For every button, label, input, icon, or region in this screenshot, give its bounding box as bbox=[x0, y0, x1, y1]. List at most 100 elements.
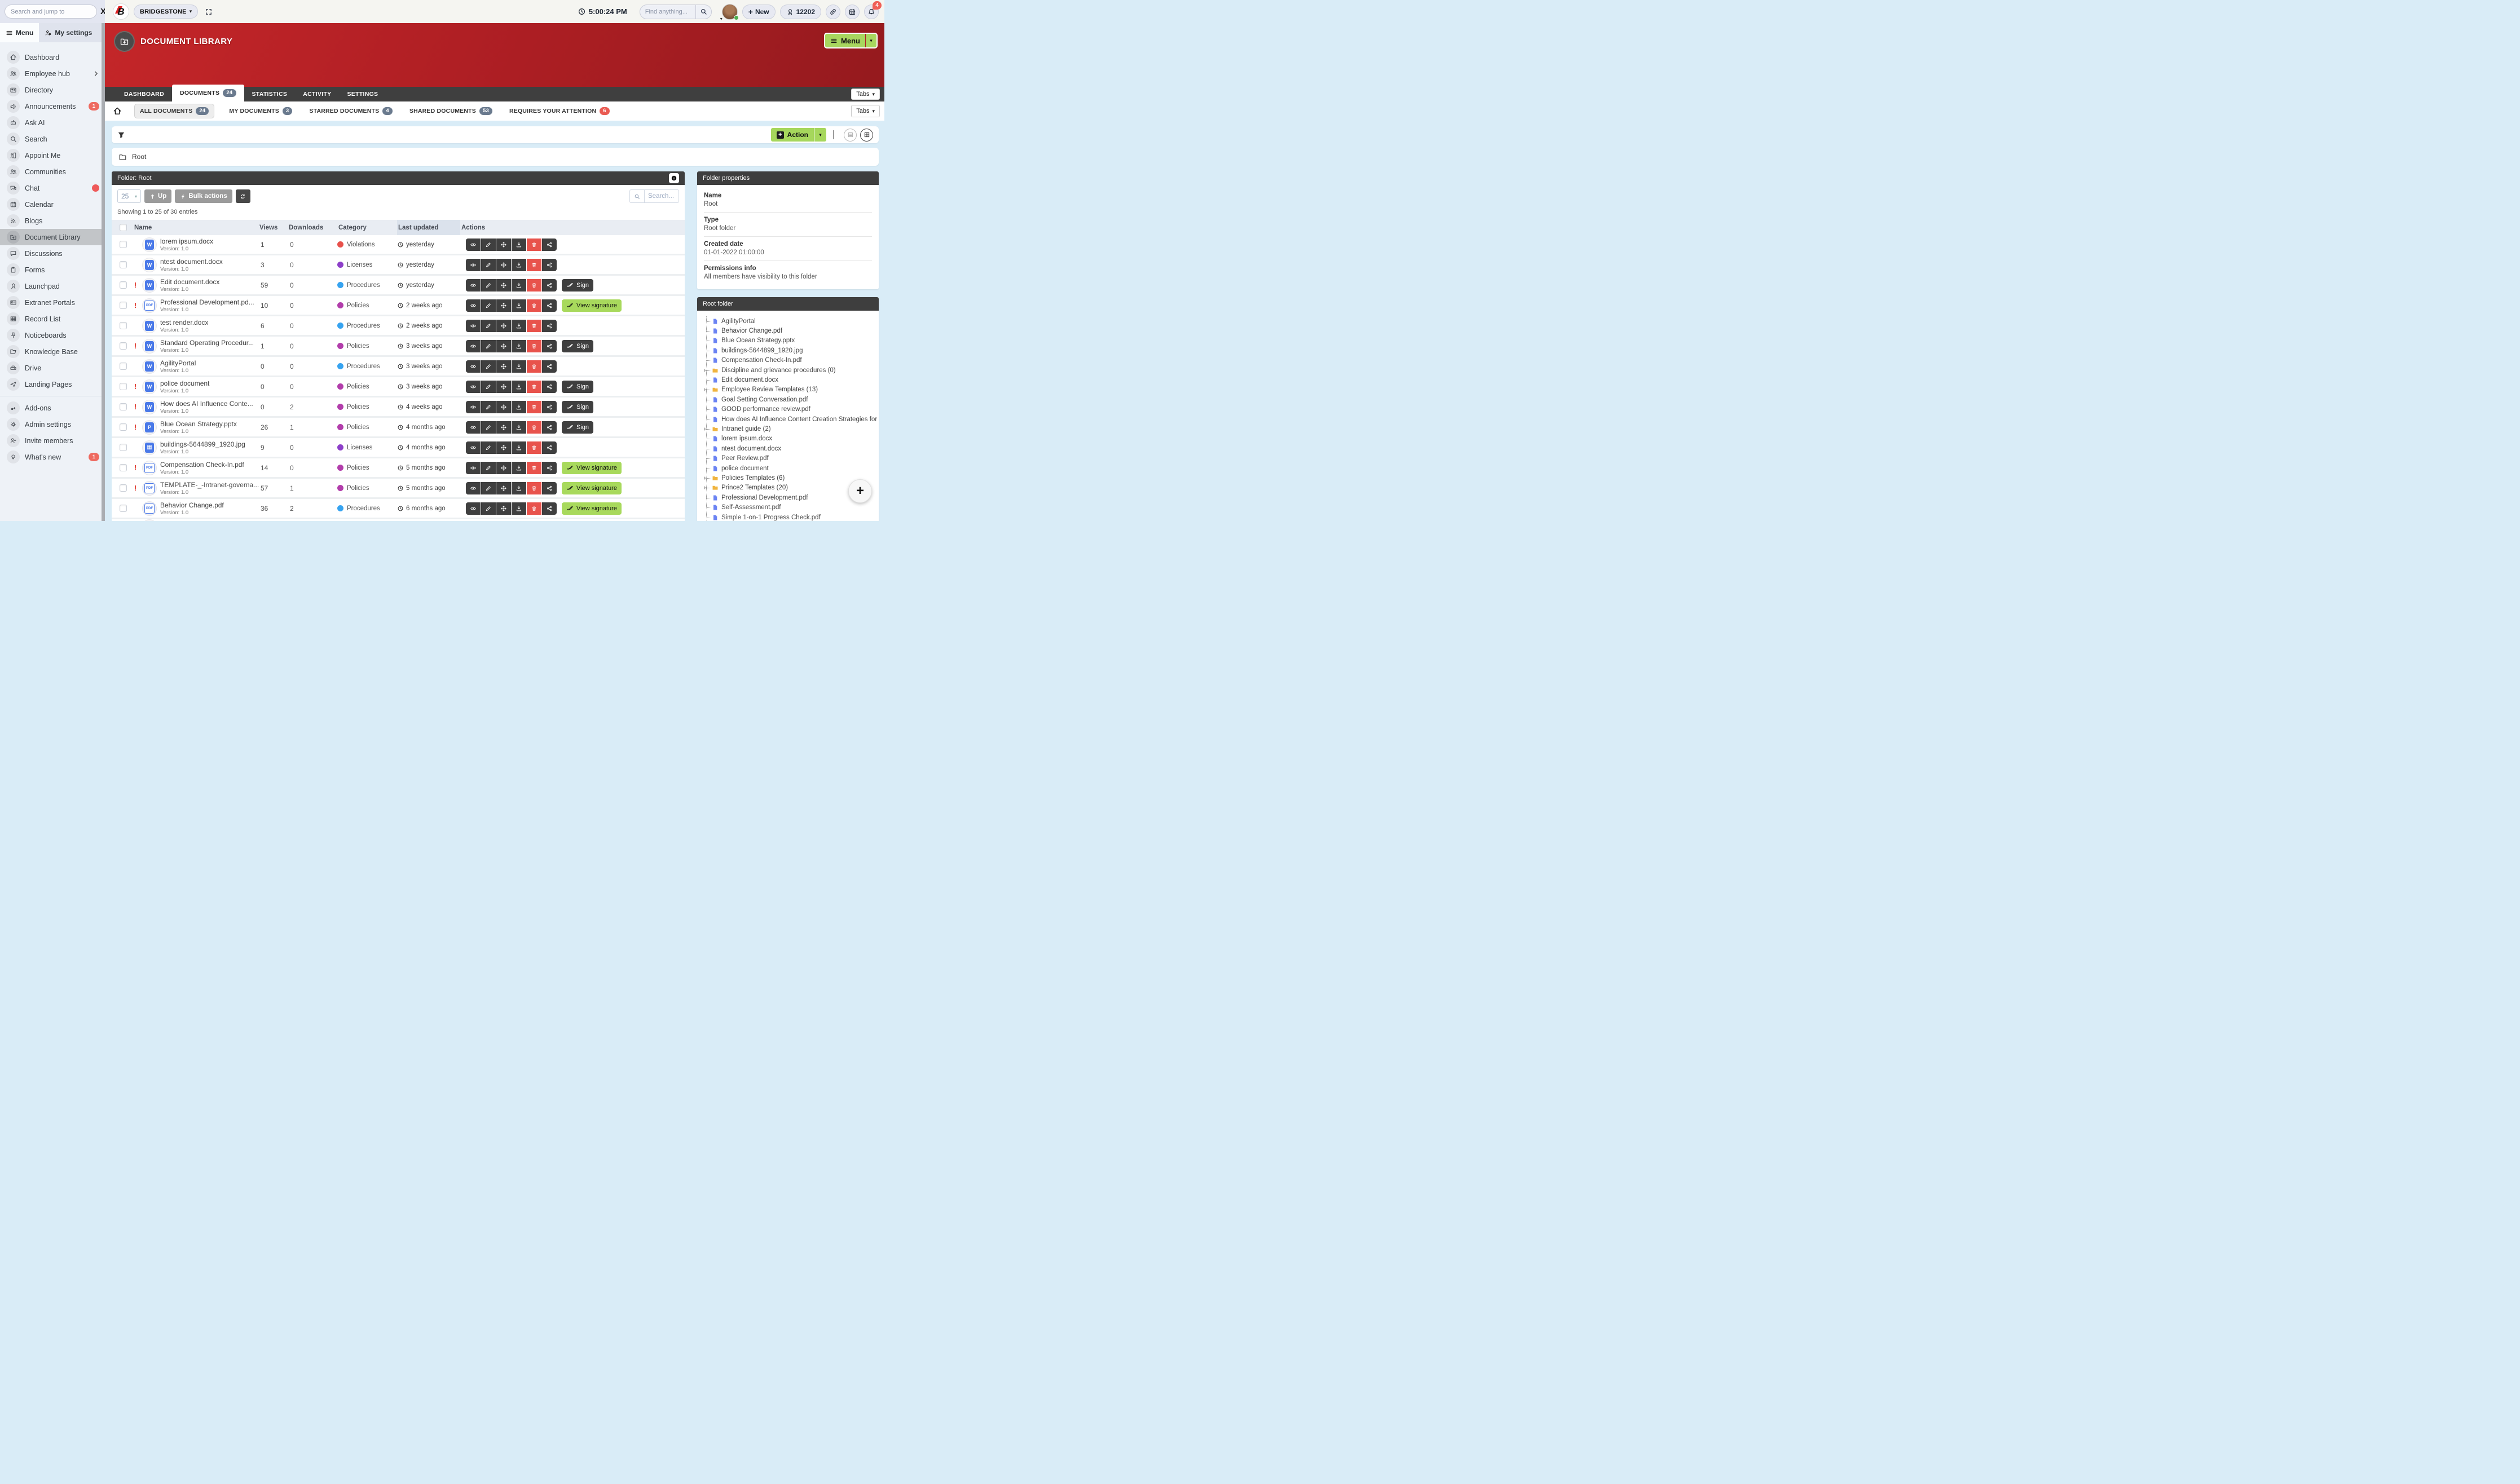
document-name[interactable]: Compensation Check-In.pdf bbox=[160, 461, 244, 469]
delete-button[interactable] bbox=[527, 462, 541, 474]
documents-subtab[interactable]: ALL DOCUMENTS 24 bbox=[134, 104, 214, 118]
document-name[interactable]: Professional Development.pd... bbox=[160, 298, 254, 306]
tree-node[interactable]: Goal Setting Conversation.pdf bbox=[704, 395, 878, 404]
add-fab-button[interactable]: + bbox=[848, 479, 872, 503]
edit-button[interactable] bbox=[481, 421, 496, 434]
sidebar-item[interactable]: Noticeboards bbox=[0, 327, 105, 343]
tree-node[interactable]: Compensation Check-In.pdf bbox=[704, 356, 878, 365]
subtabs-dropdown[interactable]: Tabs▾ bbox=[851, 105, 880, 117]
document-name[interactable]: ntest document.docx bbox=[160, 258, 223, 266]
menu-button[interactable]: Menu ▾ bbox=[824, 33, 878, 48]
fullscreen-icon[interactable] bbox=[205, 8, 213, 16]
share-button[interactable] bbox=[542, 462, 557, 474]
delete-button[interactable] bbox=[527, 360, 541, 373]
tree-node[interactable]: lorem ipsum.docx bbox=[704, 434, 878, 444]
edit-button[interactable] bbox=[481, 401, 496, 413]
sidebar-item[interactable]: Dashboard bbox=[0, 49, 105, 65]
menu-button-caret[interactable]: ▾ bbox=[865, 34, 876, 47]
action-button[interactable]: + Action ▾ bbox=[771, 128, 826, 142]
share-button[interactable] bbox=[542, 320, 557, 332]
download-button[interactable] bbox=[512, 381, 526, 393]
module-tab[interactable]: DOCUMENTS 24 bbox=[172, 85, 244, 101]
sidebar-item[interactable]: Launchpad bbox=[0, 278, 105, 294]
sidebar-tab[interactable]: My settings bbox=[39, 23, 98, 42]
share-button[interactable] bbox=[542, 401, 557, 413]
delete-button[interactable] bbox=[527, 401, 541, 413]
refresh-button[interactable] bbox=[236, 189, 250, 203]
document-name[interactable]: police document bbox=[160, 379, 209, 387]
expand-arrow-icon[interactable] bbox=[704, 476, 706, 480]
preview-button[interactable] bbox=[466, 462, 481, 474]
row-checkbox[interactable] bbox=[120, 302, 127, 309]
expand-arrow-icon[interactable] bbox=[704, 485, 706, 490]
search-icon[interactable] bbox=[695, 5, 711, 19]
tree-node[interactable]: Employee Review Templates (13) bbox=[704, 385, 878, 395]
download-button[interactable] bbox=[512, 482, 526, 494]
tree-node[interactable]: Blue Ocean Strategy.pptx bbox=[704, 336, 878, 346]
preview-button[interactable] bbox=[466, 421, 481, 434]
expand-arrow-icon[interactable] bbox=[704, 387, 706, 392]
sidebar-item[interactable]: Add-ons bbox=[0, 400, 105, 416]
tree-node[interactable]: How does AI Influence Content Creation S… bbox=[704, 414, 878, 424]
row-checkbox[interactable] bbox=[120, 363, 127, 370]
move-button[interactable] bbox=[496, 279, 511, 292]
document-name[interactable]: Edit document.docx bbox=[160, 278, 219, 286]
share-button[interactable] bbox=[542, 259, 557, 271]
links-button[interactable] bbox=[826, 5, 840, 19]
preview-button[interactable] bbox=[466, 482, 481, 494]
share-button[interactable] bbox=[542, 299, 557, 312]
page-size-select[interactable]: 25▾ bbox=[117, 189, 141, 203]
document-name[interactable]: Blue Ocean Strategy.pptx bbox=[160, 420, 237, 428]
menu-button-main[interactable]: Menu bbox=[825, 37, 865, 45]
share-button[interactable] bbox=[542, 381, 557, 393]
sidebar-item[interactable]: Knowledge Base bbox=[0, 343, 105, 360]
row-checkbox[interactable] bbox=[120, 464, 127, 471]
share-button[interactable] bbox=[542, 441, 557, 454]
expand-arrow-icon[interactable] bbox=[704, 427, 706, 431]
edit-button[interactable] bbox=[481, 360, 496, 373]
sidebar-item[interactable]: Search bbox=[0, 131, 105, 147]
download-button[interactable] bbox=[512, 462, 526, 474]
tree-node[interactable]: Intranet guide (2) bbox=[704, 424, 878, 434]
sidebar-item[interactable]: Landing Pages bbox=[0, 376, 105, 392]
delete-button[interactable] bbox=[527, 340, 541, 352]
column-header[interactable]: Name bbox=[134, 220, 258, 235]
expand-arrow-icon[interactable] bbox=[704, 368, 706, 373]
move-button[interactable] bbox=[496, 238, 511, 251]
share-button[interactable] bbox=[542, 340, 557, 352]
sign-button[interactable]: Sign bbox=[562, 421, 593, 434]
document-name[interactable]: TEMPLATE-_-Intranet-governa... bbox=[160, 481, 259, 489]
grid-view-button[interactable] bbox=[860, 129, 873, 142]
move-button[interactable] bbox=[496, 502, 511, 515]
tree-node[interactable]: police document bbox=[704, 463, 878, 473]
share-button[interactable] bbox=[542, 279, 557, 292]
delete-button[interactable] bbox=[527, 502, 541, 515]
module-tab[interactable]: STATISTICS bbox=[244, 87, 296, 101]
preview-button[interactable] bbox=[466, 299, 481, 312]
sidebar-item[interactable]: Forms bbox=[0, 262, 105, 278]
document-name[interactable]: AgilityPortal bbox=[160, 359, 196, 367]
move-button[interactable] bbox=[496, 299, 511, 312]
move-button[interactable] bbox=[496, 381, 511, 393]
document-name[interactable]: How does AI Influence Conte... bbox=[160, 400, 253, 408]
edit-button[interactable] bbox=[481, 238, 496, 251]
column-header[interactable]: Views bbox=[258, 220, 288, 235]
column-header[interactable]: Last updated bbox=[397, 220, 460, 235]
delete-button[interactable] bbox=[527, 238, 541, 251]
sidebar-item[interactable]: Extranet Portals bbox=[0, 294, 105, 311]
sign-button[interactable]: Sign bbox=[562, 279, 593, 292]
tree-node[interactable]: Behavior Change.pdf bbox=[704, 326, 878, 335]
new-button[interactable]: +New bbox=[742, 5, 776, 19]
tree-node[interactable]: Discipline and grievance procedures (0) bbox=[704, 365, 878, 375]
row-checkbox[interactable] bbox=[120, 444, 127, 451]
document-name[interactable]: Standard Operating Procedur... bbox=[160, 339, 254, 347]
share-button[interactable] bbox=[542, 238, 557, 251]
delete-button[interactable] bbox=[527, 259, 541, 271]
preview-button[interactable] bbox=[466, 259, 481, 271]
module-tab[interactable]: SETTINGS bbox=[339, 87, 386, 101]
download-button[interactable] bbox=[512, 320, 526, 332]
move-button[interactable] bbox=[496, 320, 511, 332]
edit-button[interactable] bbox=[481, 441, 496, 454]
sidebar-item[interactable]: Communities bbox=[0, 164, 105, 180]
edit-button[interactable] bbox=[481, 320, 496, 332]
